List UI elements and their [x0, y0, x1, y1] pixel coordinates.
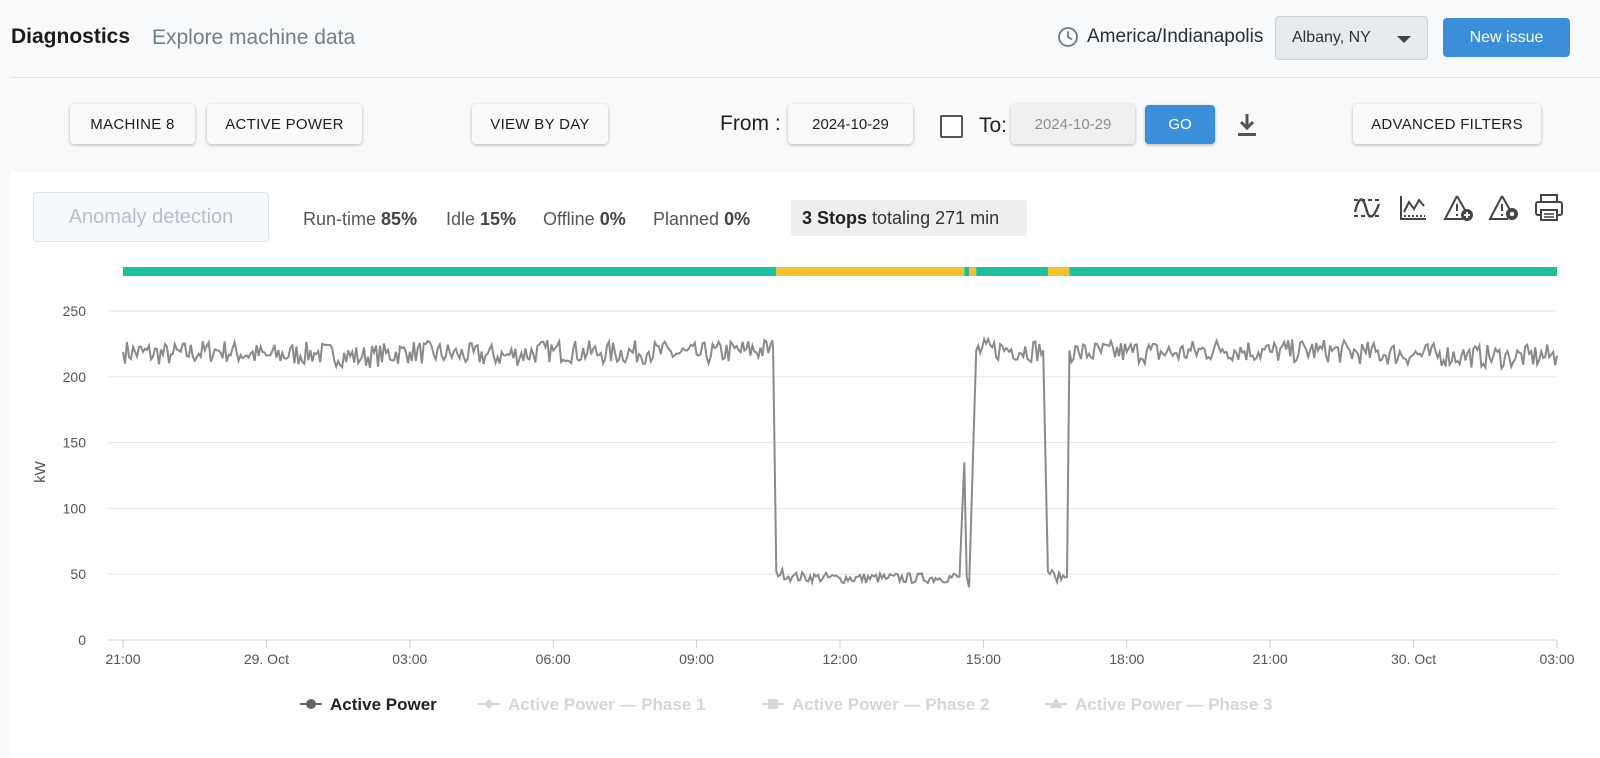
x-tick-label: 03:00	[1539, 651, 1574, 667]
x-tick-label: 30. Oct	[1391, 651, 1436, 667]
y-tick-label: 250	[63, 303, 87, 319]
timeline-segment-running[interactable]	[964, 267, 970, 276]
state-timeline	[123, 267, 1557, 276]
y-axis-label: kW	[32, 460, 49, 483]
timeline-segment-running[interactable]	[1069, 267, 1557, 276]
y-tick-label: 50	[70, 566, 86, 582]
legend-marker-square	[768, 699, 778, 709]
x-tick-label: 18:00	[1109, 651, 1144, 667]
timeline-segment-idle[interactable]	[1047, 267, 1070, 276]
x-tick-label: 21:00	[105, 651, 140, 667]
x-tick-label: 21:00	[1253, 651, 1288, 667]
chart-series	[122, 335, 1558, 588]
series-line-active-power[interactable]	[122, 335, 1558, 588]
x-tick-label: 06:00	[536, 651, 571, 667]
chart-legend: Active Power Active Power — Phase 1 Active…	[300, 695, 1272, 714]
active-power-chart[interactable]: 21:00 29. Oct 03:00 06:00 09:00 12:00 15:00 18:…	[0, 0, 1600, 758]
legend-item-label[interactable]: Active Power — Phase 3	[1075, 695, 1272, 714]
y-axis: 0 50 100 150 200 250	[63, 303, 87, 648]
x-tick-label: 12:00	[822, 651, 857, 667]
x-tick-label: 09:00	[679, 651, 714, 667]
legend-item-label[interactable]: Active Power — Phase 1	[508, 695, 705, 714]
x-tick-label: 03:00	[392, 651, 427, 667]
legend-item-label[interactable]: Active Power — Phase 2	[792, 695, 989, 714]
timeline-segment-idle[interactable]	[969, 267, 977, 276]
x-tick-label: 29. Oct	[244, 651, 289, 667]
y-tick-label: 150	[63, 435, 87, 451]
timeline-segment-running[interactable]	[123, 267, 777, 276]
y-tick-label: 200	[63, 369, 87, 385]
timeline-segment-running[interactable]	[976, 267, 1048, 276]
legend-marker-diamond	[484, 699, 494, 709]
y-tick-label: 0	[78, 632, 86, 648]
y-tick-label: 100	[63, 500, 87, 516]
legend-marker-circle	[306, 699, 316, 709]
x-tick-label: 15:00	[966, 651, 1001, 667]
timeline-segment-idle[interactable]	[776, 267, 965, 276]
x-axis: 21:00 29. Oct 03:00 06:00 09:00 12:00 15:00 18:…	[105, 640, 1575, 667]
legend-item-label[interactable]: Active Power	[330, 695, 437, 714]
